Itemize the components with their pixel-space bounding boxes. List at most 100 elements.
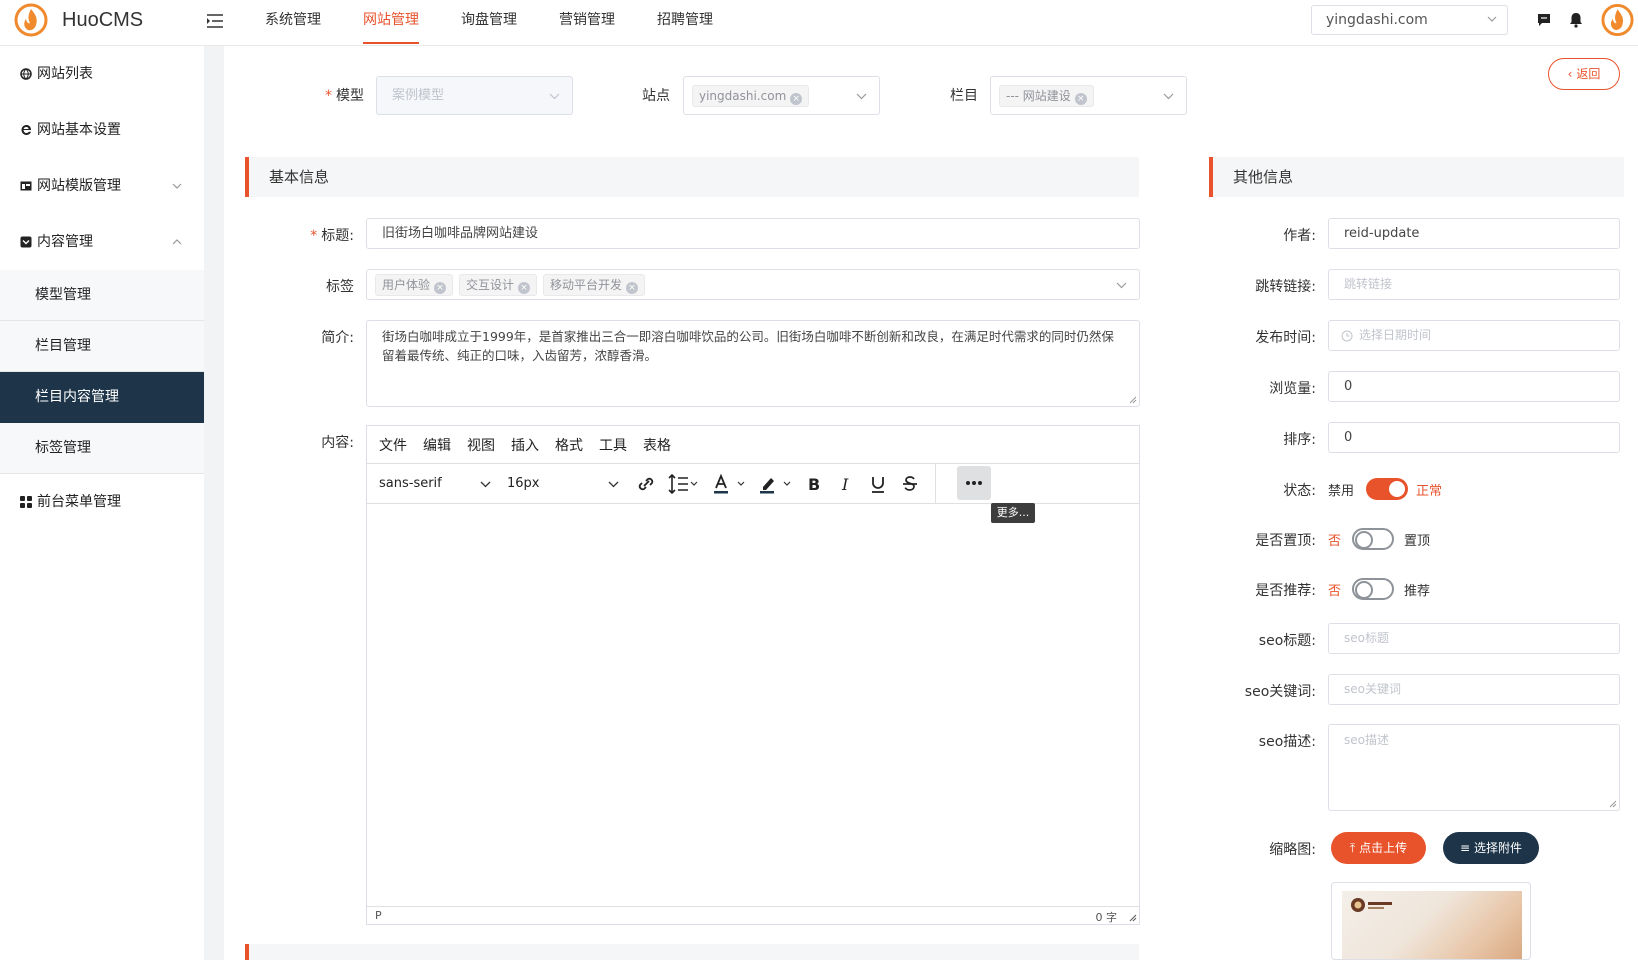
recommend-off-label: 否 — [1328, 584, 1342, 599]
chevron-down-icon — [856, 93, 867, 100]
line-height-icon[interactable] — [665, 472, 699, 496]
seo-keywords-input[interactable]: seo关键词 — [1328, 674, 1620, 705]
thumbnail-label: 缩略图: — [1269, 842, 1316, 858]
chevron-down-icon — [549, 93, 560, 100]
seo-keywords-label: seo关键词: — [1244, 684, 1316, 700]
sidebar-sub-column[interactable]: 栏目管理 — [0, 321, 204, 372]
avatar[interactable] — [1601, 3, 1634, 37]
title-input[interactable]: 旧街场白咖啡品牌网站建设 — [366, 218, 1140, 249]
upload-button[interactable]: ⤒ 点击上传 — [1331, 832, 1426, 864]
sidebar-item-site-settings[interactable]: 网站基本设置 — [0, 102, 204, 158]
seo-title-placeholder: seo标题 — [1344, 631, 1389, 645]
site-tag[interactable]: yingdashi.com × — [692, 85, 810, 107]
link-input[interactable]: 跳转链接 — [1328, 269, 1620, 300]
publish-time-picker[interactable]: 选择日期时间 — [1328, 320, 1620, 351]
editor-menu-insert[interactable]: 插入 — [511, 435, 539, 455]
publish-time-label: 发布时间: — [1255, 330, 1316, 346]
author-input[interactable]: reid-update — [1328, 218, 1620, 249]
model-select[interactable]: 案例模型 — [376, 76, 573, 115]
status-off-label: 禁用 — [1328, 484, 1355, 499]
sidebar-sub-model[interactable]: 模型管理 — [0, 270, 204, 321]
strikethrough-icon[interactable] — [899, 472, 921, 496]
editor-menu-edit[interactable]: 编辑 — [423, 435, 451, 455]
editor-menu-tools[interactable]: 工具 — [599, 435, 627, 455]
sidebar-item-site-list[interactable]: 网站列表 — [0, 46, 204, 102]
nav-recruit[interactable]: 招聘管理 — [642, 0, 728, 46]
site-select-value: yingdashi.com — [1326, 12, 1428, 28]
font-size-select[interactable]: 16px — [507, 464, 625, 504]
back-button[interactable]: ‹ 返回 — [1548, 58, 1620, 90]
basic-info-header: 基本信息 — [245, 157, 1139, 197]
status-switch[interactable] — [1366, 478, 1408, 500]
nav-marketing[interactable]: 营销管理 — [544, 0, 630, 46]
top-switch[interactable] — [1352, 528, 1394, 550]
resize-handle-icon[interactable] — [1129, 396, 1137, 404]
font-family-value: sans-serif — [379, 476, 442, 491]
font-size-value: 16px — [507, 476, 540, 491]
text-color-icon[interactable] — [711, 472, 751, 496]
resize-handle-icon[interactable] — [1609, 800, 1617, 808]
sort-label: 排序: — [1283, 432, 1316, 448]
sort-input[interactable]: 0 — [1328, 422, 1620, 453]
resize-handle-icon[interactable] — [1129, 914, 1137, 922]
seo-title-input[interactable]: seo标题 — [1328, 623, 1620, 654]
globe-icon — [20, 68, 32, 80]
menu-toggle-icon[interactable] — [206, 13, 224, 29]
bold-icon[interactable]: B — [803, 472, 825, 496]
highlight-icon[interactable] — [757, 472, 797, 496]
italic-icon[interactable]: I — [835, 472, 857, 496]
column-tag-select[interactable]: --- 网站建设 × — [990, 76, 1187, 115]
summary-text: 街场白咖啡成立于1999年，是首家推出三合一即溶白咖啡饮品的公司。旧街场白咖啡不… — [382, 329, 1114, 363]
thumbnail-preview[interactable] — [1331, 882, 1531, 960]
link-label: 跳转链接: — [1255, 279, 1316, 295]
site-select[interactable]: yingdashi.com — [1311, 5, 1508, 35]
column-tag[interactable]: --- 网站建设 × — [999, 85, 1094, 107]
author-label: 作者: — [1283, 228, 1316, 244]
sidebar-sub-column-content[interactable]: 栏目内容管理 — [0, 372, 204, 423]
top-off-label: 否 — [1328, 534, 1342, 549]
huocms-logo-icon[interactable] — [14, 3, 48, 37]
recommend-switch[interactable] — [1352, 578, 1394, 600]
sidebar-item-content[interactable]: 内容管理 — [0, 214, 204, 270]
select-attachment-button[interactable]: ≡ 选择附件 — [1443, 832, 1539, 864]
nav-system[interactable]: 系统管理 — [250, 0, 336, 46]
views-input[interactable]: 0 — [1328, 371, 1620, 402]
list-icon: ≡ — [1460, 841, 1471, 855]
site-label: 站点 — [642, 88, 670, 104]
font-family-select[interactable]: sans-serif — [379, 464, 497, 504]
thumbnail-image — [1342, 891, 1522, 959]
tag-chip[interactable]: 移动平台开发 × — [543, 274, 646, 296]
editor-menu-file[interactable]: 文件 — [379, 435, 407, 455]
editor-menu-view[interactable]: 视图 — [467, 435, 495, 455]
bell-icon[interactable] — [1568, 12, 1584, 28]
chevron-up-icon — [172, 239, 182, 245]
tag-chip[interactable]: 交互设计 × — [459, 274, 538, 296]
more-button[interactable] — [957, 466, 991, 500]
tag-chip[interactable]: 用户体验 × — [375, 274, 454, 296]
views-label: 浏览量: — [1269, 381, 1316, 397]
top-label: 是否置顶: — [1255, 533, 1316, 549]
nav-website[interactable]: 网站管理 — [348, 0, 434, 46]
svg-text:I: I — [841, 475, 849, 494]
link-icon[interactable] — [635, 472, 657, 496]
model-select-value: 案例模型 — [392, 88, 445, 103]
close-icon: × — [790, 93, 803, 105]
editor-body[interactable] — [367, 506, 1139, 906]
seo-desc-textarea[interactable]: seo描述 — [1328, 724, 1620, 811]
author-value: reid-update — [1344, 226, 1420, 241]
site-tag-select[interactable]: yingdashi.com × — [683, 76, 880, 115]
editor-menu-format[interactable]: 格式 — [555, 435, 583, 455]
editor-menu-table[interactable]: 表格 — [643, 435, 671, 455]
recommend-on-label: 推荐 — [1404, 584, 1431, 599]
underline-icon[interactable] — [867, 472, 889, 496]
nav-inquiry[interactable]: 询盘管理 — [446, 0, 532, 46]
sidebar-item-frontend-menu[interactable]: 前台菜单管理 — [0, 474, 204, 530]
tags-select[interactable]: 用户体验 × 交互设计 × 移动平台开发 × — [366, 269, 1140, 300]
message-icon[interactable] — [1536, 12, 1552, 28]
toolbar-divider — [935, 464, 936, 504]
sidebar-item-template[interactable]: 网站模版管理 — [0, 158, 204, 214]
top-on-label: 置顶 — [1404, 534, 1431, 549]
sidebar-sub-tags[interactable]: 标签管理 — [0, 423, 204, 474]
summary-textarea[interactable]: 街场白咖啡成立于1999年，是首家推出三合一即溶白咖啡饮品的公司。旧街场白咖啡不… — [366, 320, 1140, 407]
status-label: 状态: — [1283, 483, 1316, 499]
